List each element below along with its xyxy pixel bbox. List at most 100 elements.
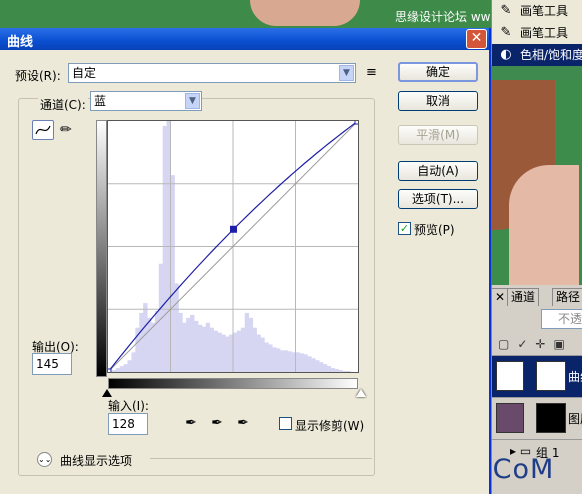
histogram-bar: [209, 327, 214, 372]
histogram-bar: [139, 312, 144, 372]
dialog-titlebar[interactable]: 曲线 ✕: [0, 28, 489, 50]
black-eyedropper-icon[interactable]: ✒: [182, 413, 200, 433]
menu-item-brush-2[interactable]: ✎ 画笔工具: [492, 22, 582, 44]
background-photo-shoulder: [250, 0, 360, 26]
histogram-bar: [342, 371, 347, 372]
layer-row-curves[interactable]: 曲线: [492, 355, 582, 397]
histogram-bar: [233, 332, 238, 372]
preset-value: 自定: [72, 66, 97, 80]
curve-point-tool[interactable]: [32, 120, 54, 140]
histogram-bar: [275, 348, 281, 372]
curve-chart[interactable]: [104, 117, 362, 376]
menu-item-label: 色相/饱和度: [520, 48, 582, 62]
histogram-bar: [127, 360, 132, 372]
preview-label: 预览(P): [414, 223, 455, 237]
selected-control-point: [229, 225, 237, 233]
histogram-bar: [190, 314, 195, 372]
close-button[interactable]: ✕: [466, 29, 487, 49]
dialog-title: 曲线: [7, 35, 34, 50]
histogram-bar: [283, 350, 289, 372]
options-button[interactable]: 选项(T)...: [398, 189, 478, 209]
show-clipping-label: 显示修剪(W): [295, 419, 365, 433]
show-clipping-checkbox[interactable]: [279, 417, 292, 430]
pencil-tool[interactable]: ✏: [60, 120, 78, 140]
output-field[interactable]: 145: [32, 353, 72, 375]
curve-graph[interactable]: [104, 117, 362, 376]
histogram-bar: [307, 356, 312, 372]
layer-row-image[interactable]: 图层: [492, 397, 582, 439]
layer-name: 曲线: [568, 370, 582, 384]
histogram-bar: [236, 330, 242, 372]
histogram-bar: [143, 303, 148, 372]
histogram-bar: [318, 362, 324, 372]
preset-menu-icon[interactable]: ≡: [366, 65, 377, 80]
histogram-bar: [193, 320, 199, 372]
preview-checkbox[interactable]: ✓: [398, 222, 411, 235]
histogram-bar: [330, 368, 336, 372]
chevron-down-icon: ▼: [185, 93, 200, 109]
cancel-button[interactable]: 取消: [398, 91, 478, 111]
control-point: [354, 117, 362, 125]
histogram-bar: [244, 312, 250, 372]
smooth-button[interactable]: 平滑(M): [398, 125, 478, 145]
histogram-bar: [115, 368, 121, 372]
histogram-bar: [154, 310, 160, 372]
white-eyedropper-icon[interactable]: ✒: [234, 413, 252, 433]
opacity-field[interactable]: 不透: [541, 309, 582, 329]
histogram-bar: [150, 322, 156, 372]
channel-select[interactable]: 蓝 ▼: [90, 91, 202, 111]
histogram-bar: [279, 350, 285, 372]
white-point-slider[interactable]: [356, 389, 366, 397]
menu-item-hue-saturation[interactable]: ◐ 色相/饱和度: [492, 44, 582, 66]
curves-dialog: 曲线 ✕ 预设(R): 自定 ▼ ≡ 通道(C): 蓝 ▼ ✏ 输出(O): 1…: [0, 28, 491, 494]
background-photo: [491, 80, 582, 285]
tool-menu: ✎ 画笔工具 ✎ 画笔工具 ◐ 色相/饱和度: [491, 0, 582, 66]
histogram-bar: [174, 283, 179, 372]
histogram-bar: [256, 334, 261, 372]
histogram-bar: [221, 334, 226, 372]
histogram-bar: [123, 364, 129, 372]
histogram-bar: [264, 342, 269, 372]
curves-adjustment-icon: [496, 361, 524, 391]
curve-tool-icon: [35, 125, 51, 135]
histogram-bar: [311, 358, 316, 372]
lock-icons[interactable]: ▢✓✛▣: [498, 337, 573, 351]
layer-name: 图层: [568, 412, 582, 426]
layer-mask-thumbnail: [536, 403, 566, 433]
preset-select[interactable]: 自定 ▼: [68, 63, 356, 83]
histogram-bar: [303, 354, 308, 372]
layer-thumbnail: [496, 403, 524, 433]
histogram-bar: [252, 327, 257, 372]
menu-item-label: 画笔工具: [520, 26, 569, 40]
display-options-label[interactable]: 曲线显示选项: [60, 452, 132, 469]
input-gradient-bar: [108, 378, 358, 389]
auto-button[interactable]: 自动(A): [398, 161, 478, 181]
menu-item-label: 画笔工具: [520, 4, 569, 18]
histogram-bar: [272, 347, 277, 372]
channel-label: 通道(C):: [38, 96, 88, 113]
histogram-bar: [111, 370, 117, 372]
histogram-bar: [131, 352, 136, 372]
histogram-bar: [287, 351, 293, 372]
histogram-bar: [197, 324, 203, 372]
histogram-bar: [240, 327, 246, 372]
channel-value: 蓝: [94, 94, 107, 108]
tab-channels[interactable]: 通道: [507, 288, 540, 306]
histogram-bar: [170, 175, 175, 372]
histogram-bar: [162, 125, 168, 372]
input-field[interactable]: 128: [108, 413, 148, 435]
gray-eyedropper-icon[interactable]: ✒: [208, 413, 226, 433]
histogram-bar: [326, 366, 332, 372]
ok-button[interactable]: 确定: [398, 62, 478, 82]
histogram-bar: [260, 337, 265, 372]
histogram-bar: [299, 353, 304, 372]
tab-paths[interactable]: 路径: [552, 288, 582, 306]
histogram-bar: [346, 371, 351, 372]
expand-chevron-icon[interactable]: ⌄⌄: [37, 452, 52, 467]
histogram-bar: [186, 317, 191, 372]
histogram-bar: [178, 312, 183, 372]
menu-item-brush-1[interactable]: ✎ 画笔工具: [492, 0, 582, 22]
histogram-bar: [217, 332, 222, 372]
black-point-slider[interactable]: [102, 389, 112, 397]
output-gradient-bar: [96, 120, 107, 377]
